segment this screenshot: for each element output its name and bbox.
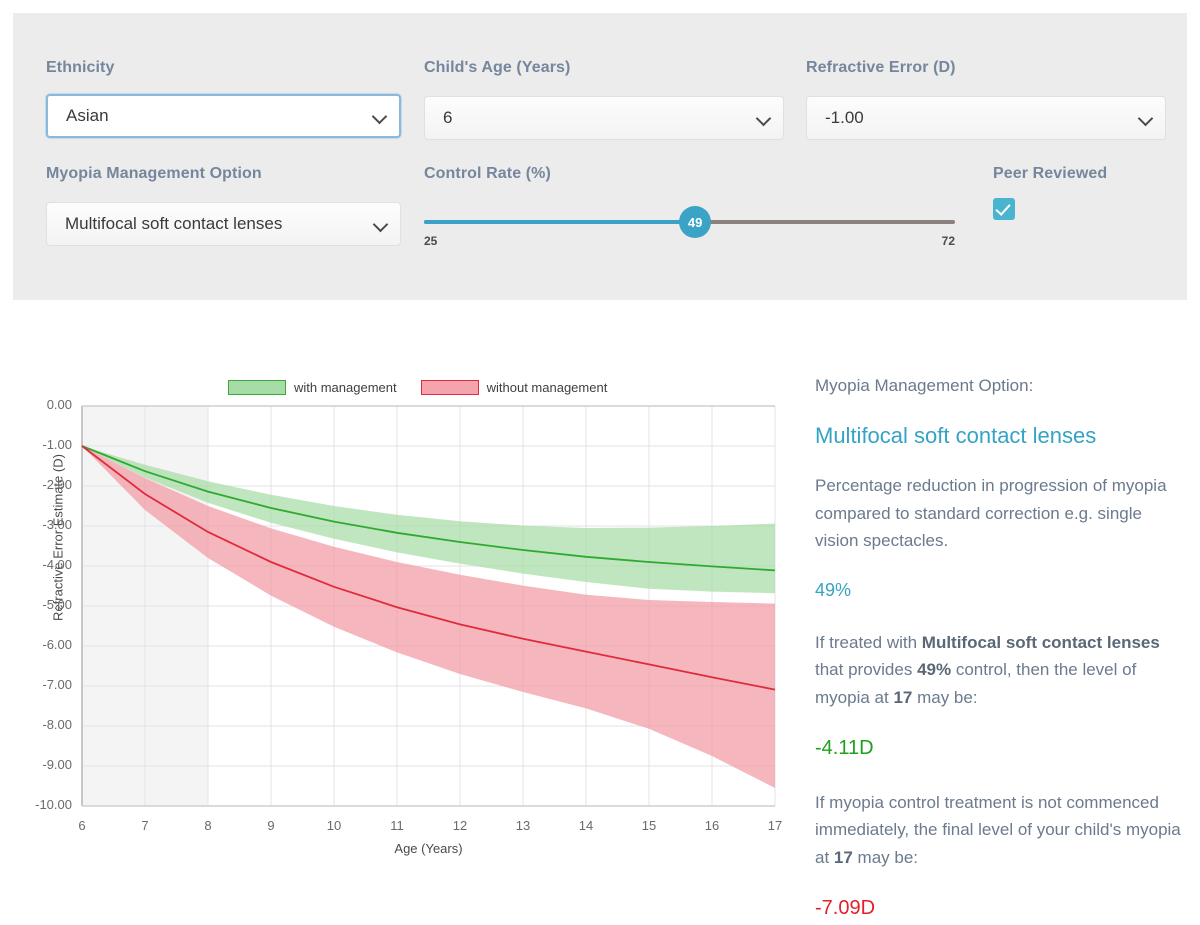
age-label: Child's Age (Years): [424, 59, 571, 76]
results-panel: Myopia Management Option: Multifocal sof…: [815, 372, 1187, 925]
x-tick-label: 8: [204, 818, 212, 833]
option-description: Percentage reduction in progression of m…: [815, 476, 1167, 551]
y-tick-label: -1.00: [42, 437, 72, 452]
management-option-value: Multifocal soft contact lenses: [65, 214, 283, 233]
option-heading: Myopia Management Option:: [815, 376, 1034, 395]
treated-pre: If treated with: [815, 632, 922, 652]
ethnicity-select[interactable]: Asian: [46, 94, 401, 138]
untreated-end: may be:: [852, 847, 919, 867]
y-tick-label: -6.00: [42, 637, 72, 652]
chevron-down-icon: [373, 109, 387, 123]
management-option-select[interactable]: Multifocal soft contact lenses: [46, 202, 401, 246]
control-percent-value: 49%: [815, 579, 852, 600]
slider-fill: [424, 220, 696, 224]
x-tick-label: 6: [78, 818, 86, 833]
x-tick-label: 12: [452, 818, 468, 833]
peer-reviewed-label: Peer Reviewed: [993, 165, 1108, 182]
chart-y-axis-label: Refractive Error Estimate (D): [50, 454, 66, 621]
refractive-error-label: Refractive Error (D): [806, 59, 956, 76]
slider-min-label: 25: [424, 234, 438, 248]
slider-handle[interactable]: 49: [679, 206, 712, 238]
peer-reviewed-checkbox[interactable]: [993, 198, 1015, 220]
control-rate-label: Control Rate (%): [424, 165, 551, 182]
x-tick-label: 16: [704, 818, 720, 833]
y-tick-label: 0.00: [46, 397, 72, 412]
chevron-down-icon: [374, 217, 388, 231]
y-tick-label: -4.00: [42, 557, 72, 572]
chart-plot-svg: [81, 405, 776, 807]
treated-result-value: -4.11D: [815, 737, 874, 760]
y-tick-label: -2.00: [42, 477, 72, 492]
untreated-result-value: -7.09D: [815, 897, 876, 920]
treated-sentence: If treated with Multifocal soft contact …: [815, 629, 1187, 712]
age-value: 6: [443, 108, 453, 127]
treated-option-bold: Multifocal soft contact lenses: [921, 632, 1160, 652]
x-tick-label: 15: [641, 818, 657, 833]
refractive-error-select[interactable]: -1.00: [806, 96, 1166, 140]
myopia-progression-chart: with management without management: [0, 360, 800, 860]
x-tick-label: 11: [390, 818, 404, 833]
x-tick-label: 10: [326, 818, 342, 833]
chevron-down-icon: [757, 111, 771, 125]
age-select[interactable]: 6: [424, 96, 784, 140]
y-tick-label: -10.00: [35, 797, 72, 812]
ethnicity-label: Ethnicity: [46, 59, 115, 76]
y-tick-label: -9.00: [42, 757, 72, 772]
chevron-down-icon: [1139, 111, 1153, 125]
ethnicity-value: Asian: [66, 106, 109, 125]
y-tick-label: -5.00: [42, 597, 72, 612]
controls-panel: Ethnicity Asian Child's Age (Years) 6 Re…: [13, 13, 1187, 300]
y-tick-label: -3.00: [42, 517, 72, 532]
x-tick-label: 9: [267, 818, 275, 833]
treated-mid: that provides: [815, 660, 918, 680]
x-tick-label: 7: [141, 818, 149, 833]
chart-x-axis-label: Age (Years): [394, 841, 463, 856]
refractive-error-value: -1.00: [825, 108, 864, 127]
treated-age-bold: 17: [893, 687, 913, 707]
slider-max-label: 72: [941, 234, 955, 248]
management-option-label: Myopia Management Option: [46, 165, 262, 182]
x-tick-label: 17: [767, 818, 783, 833]
treated-percent-bold: 49%: [917, 660, 952, 680]
x-tick-label: 13: [515, 818, 531, 833]
treated-end: may be:: [912, 687, 978, 707]
untreated-age-bold: 17: [833, 847, 853, 867]
y-tick-label: -7.00: [42, 677, 72, 692]
option-name: Multifocal soft contact lenses: [815, 422, 1097, 448]
untreated-sentence: If myopia control treatment is not comme…: [815, 789, 1187, 872]
y-tick-label: -8.00: [42, 717, 72, 732]
x-tick-label: 14: [578, 818, 594, 833]
